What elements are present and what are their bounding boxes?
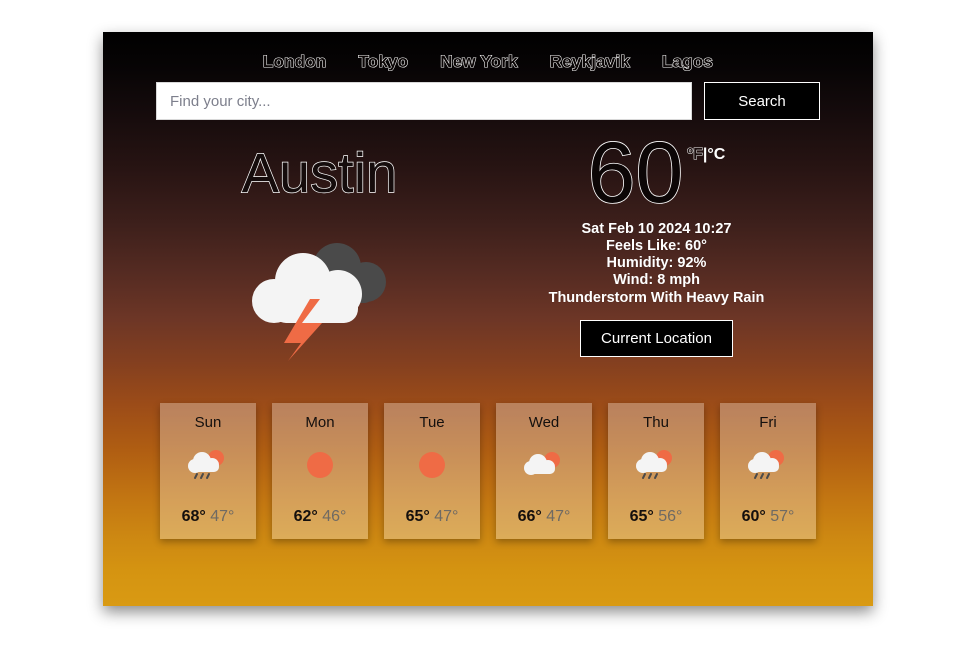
forecast-high: 66° xyxy=(517,507,542,525)
current-location-button[interactable]: Current Location xyxy=(580,319,733,357)
current-left-column: Austin xyxy=(151,142,488,361)
forecast-card-tue[interactable]: Tue 65° 47° xyxy=(384,402,480,539)
forecast-day-label: Wed xyxy=(528,413,560,431)
sun-behind-rain-cloud-icon xyxy=(636,449,672,479)
forecast-low: 47° xyxy=(210,507,235,525)
forecast-high: 65° xyxy=(405,507,430,525)
forecast-low: 47° xyxy=(434,507,459,525)
detail-datetime: Sat Feb 10 2024 10:27 xyxy=(581,221,732,238)
thunderstorm-with-rain-icon xyxy=(251,242,386,361)
sun-behind-rain-cloud-icon xyxy=(748,449,784,479)
nav-link-new-york[interactable]: New York xyxy=(440,51,518,72)
search-bar: Search xyxy=(103,82,873,120)
forecast-card-wed[interactable]: Wed 66° 47° xyxy=(496,402,592,539)
forecast-card-mon[interactable]: Mon 62° 46° xyxy=(272,402,368,539)
forecast-high: 65° xyxy=(629,507,654,525)
weather-app-canvas: London Tokyo New York Reykjavik Lagos Se… xyxy=(103,32,873,606)
forecast-low: 57° xyxy=(770,507,795,525)
sun-behind-rain-cloud-icon xyxy=(188,449,224,479)
detail-condition: Thunderstorm With Heavy Rain xyxy=(548,289,765,306)
nav-link-reykjavik[interactable]: Reykjavik xyxy=(549,51,630,72)
forecast-temps: 66° 47° xyxy=(518,508,571,526)
forecast-temps: 60° 57° xyxy=(742,508,795,526)
forecast-low: 56° xyxy=(658,507,683,525)
forecast-day-label: Mon xyxy=(305,413,335,431)
city-nav: London Tokyo New York Reykjavik Lagos xyxy=(103,32,873,78)
nav-link-london[interactable]: London xyxy=(262,51,326,72)
forecast-high: 68° xyxy=(181,507,206,525)
nav-link-tokyo[interactable]: Tokyo xyxy=(358,51,409,72)
unit-toggle[interactable]: ºF|°C xyxy=(687,146,726,164)
forecast-day-label: Fri xyxy=(759,413,777,431)
forecast-high: 60° xyxy=(741,507,766,525)
sun-behind-cloud-icon xyxy=(524,451,560,475)
detail-feels-like: Feels Like: 60° xyxy=(606,238,707,255)
forecast-temps: 65° 47° xyxy=(406,508,459,526)
forecast-day-label: Sun xyxy=(194,413,222,431)
forecast-day-label: Thu xyxy=(643,413,669,431)
forecast-day-label: Tue xyxy=(419,413,445,431)
unit-celsius[interactable]: °C xyxy=(707,146,725,163)
forecast-card-sun[interactable]: Sun 68° 47° xyxy=(160,402,256,539)
forecast-row: Sun 68° 47° Mon 62° 46° Tue 65° 47° Wed xyxy=(103,402,873,539)
temperature-value: 60 xyxy=(587,125,684,221)
search-input[interactable] xyxy=(156,82,692,120)
forecast-temps: 68° 47° xyxy=(182,508,235,526)
sun-icon xyxy=(419,451,445,478)
forecast-low: 47° xyxy=(546,507,571,525)
detail-humidity: Humidity: 92% xyxy=(606,255,707,272)
forecast-card-fri[interactable]: Fri 60° 57° xyxy=(720,402,816,539)
unit-fahrenheit[interactable]: ºF xyxy=(687,146,704,164)
temperature-block: 60 ºF|°C xyxy=(587,125,726,221)
nav-link-lagos[interactable]: Lagos xyxy=(661,51,713,72)
search-button[interactable]: Search xyxy=(704,82,820,120)
current-right-column: 60 ºF|°C Sat Feb 10 2024 10:27 Feels Lik… xyxy=(488,129,825,361)
forecast-low: 46° xyxy=(322,507,347,525)
forecast-card-thu[interactable]: Thu 65° 56° xyxy=(608,402,704,539)
detail-wind: Wind: 8 mph xyxy=(613,272,700,289)
forecast-high: 62° xyxy=(293,507,318,525)
forecast-temps: 65° 56° xyxy=(630,508,683,526)
sun-icon xyxy=(307,451,333,478)
weather-details: Sat Feb 10 2024 10:27 Feels Like: 60° Hu… xyxy=(549,221,765,307)
city-name: Austin xyxy=(241,141,398,204)
forecast-temps: 62° 46° xyxy=(294,508,347,526)
current-weather-section: Austin 60 ºF|°C Sat Feb 10 2024 10:27 Fe… xyxy=(103,129,873,361)
